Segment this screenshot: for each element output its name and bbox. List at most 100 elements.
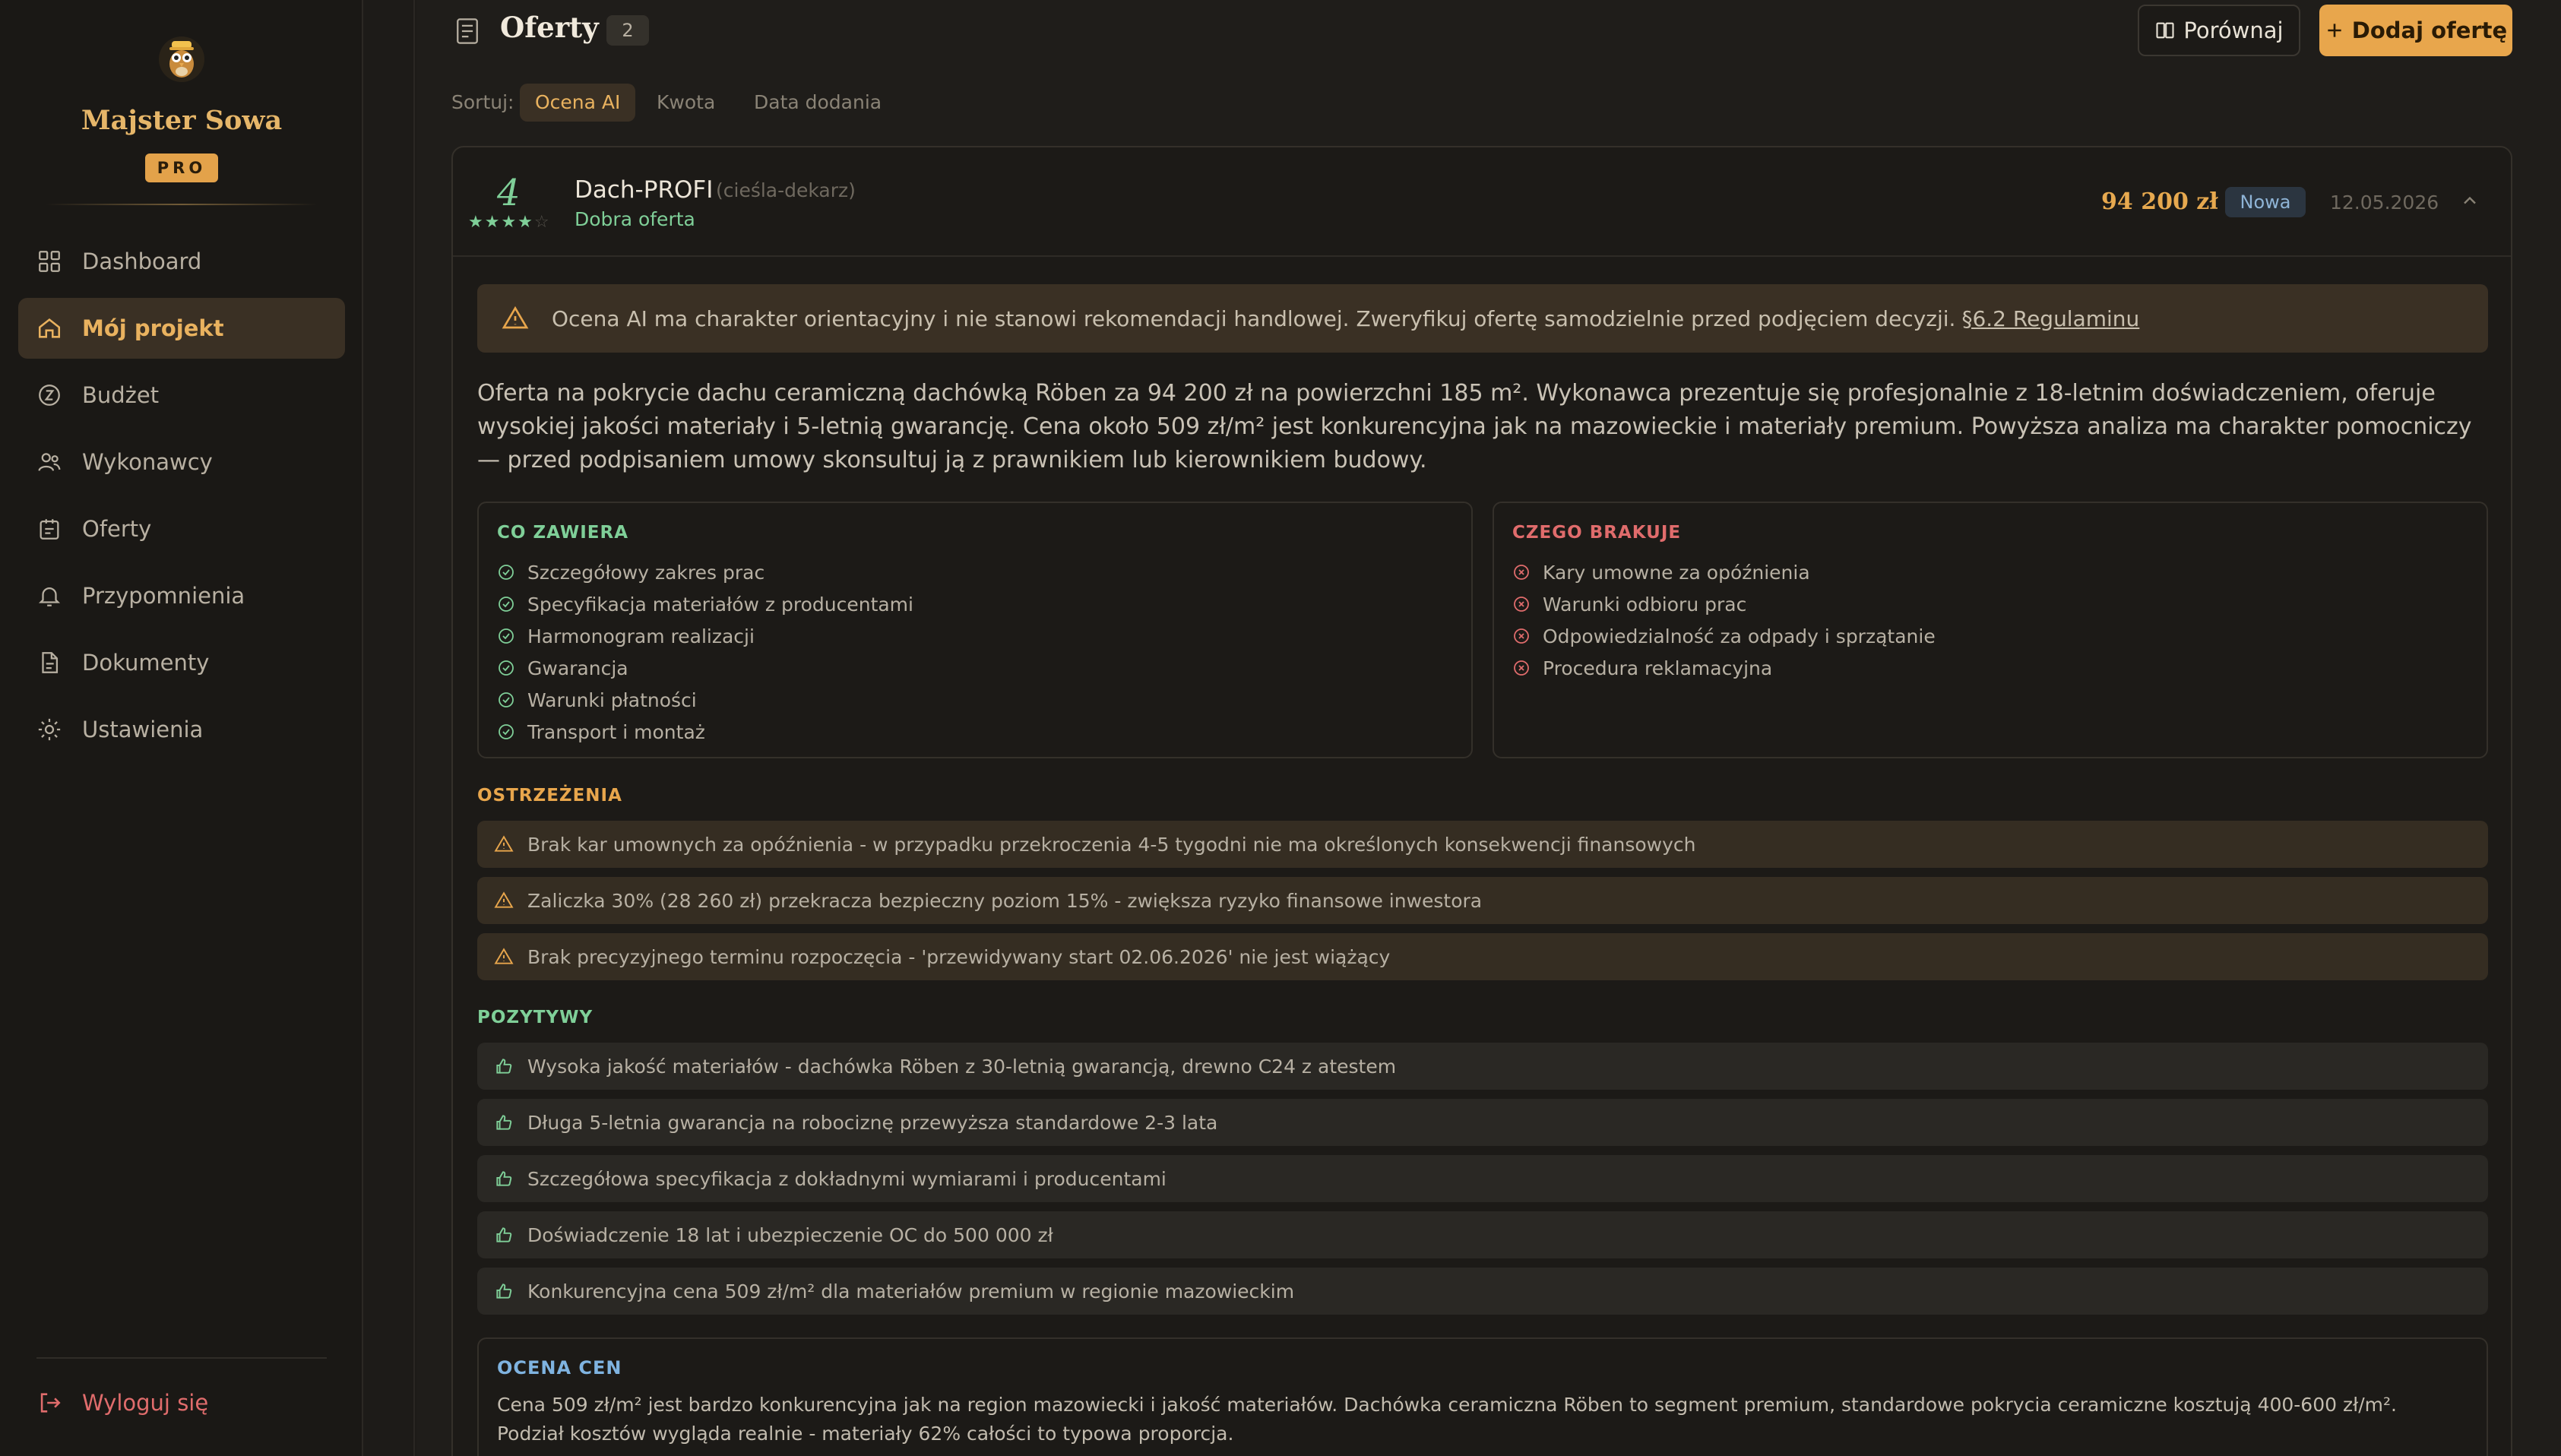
check-circle-icon bbox=[499, 724, 514, 739]
price-evaluation-text: Cena 509 zł/m² jest bardzo konkurencyjna… bbox=[497, 1394, 2397, 1445]
thumbs-up-icon bbox=[496, 1227, 512, 1242]
x-circle-icon bbox=[1514, 628, 1529, 644]
sidebar-item-label: Oferty bbox=[82, 516, 152, 542]
list-item: Transport i montaż bbox=[497, 716, 913, 748]
sort-option-amount[interactable]: Kwota bbox=[641, 84, 730, 122]
list-item: Gwarancja bbox=[497, 652, 913, 684]
logout-divider bbox=[36, 1357, 327, 1359]
sidebar: Majster Sowa PRO Dashboard Mój projekt B… bbox=[0, 0, 363, 1456]
warning-icon bbox=[494, 948, 514, 964]
ai-disclaimer: Ocena AI ma charakter orientacyjny i nie… bbox=[477, 284, 2488, 353]
x-circle-icon bbox=[1514, 660, 1529, 676]
sidebar-item-budget[interactable]: Budżet bbox=[18, 365, 345, 426]
list-item: Warunki płatności bbox=[497, 684, 913, 716]
list-item-text: Brak precyzyjnego terminu rozpoczęcia - … bbox=[527, 945, 1391, 968]
sidebar-item-dashboard[interactable]: Dashboard bbox=[18, 231, 345, 292]
warnings-title: OSTRZEŻENIA bbox=[477, 786, 622, 806]
sidebar-item-settings[interactable]: Ustawienia bbox=[18, 699, 345, 760]
brand: Majster Sowa PRO bbox=[0, 0, 363, 207]
grid-icon bbox=[39, 251, 60, 272]
brand-divider bbox=[46, 204, 318, 205]
home-icon bbox=[38, 318, 61, 338]
add-offer-button[interactable]: Dodaj ofertę bbox=[2319, 5, 2512, 56]
page-title: Oferty bbox=[500, 11, 599, 44]
disclaimer-text: Ocena AI ma charakter orientacyjny i nie… bbox=[552, 305, 1956, 331]
check-circle-icon bbox=[499, 597, 514, 612]
compare-button-label: Porównaj bbox=[2183, 17, 2284, 43]
list-item-text: Kary umowne za opóźnienia bbox=[1543, 561, 1810, 584]
chevron-up-icon[interactable] bbox=[2459, 190, 2480, 211]
list-item: Brak kar umownych za opóźnienia - w przy… bbox=[477, 821, 2488, 868]
compare-button[interactable]: Porównaj bbox=[2138, 5, 2300, 56]
sidebar-item-offers[interactable]: Oferty bbox=[18, 499, 345, 559]
list-item: Specyfikacja materiałów z producentami bbox=[497, 588, 913, 620]
contractor-trade: (cieśla-dekarz) bbox=[716, 179, 856, 201]
sidebar-item-documents[interactable]: Dokumenty bbox=[18, 632, 345, 693]
list-item-text: Gwarancja bbox=[527, 657, 628, 679]
sort-option-ai-score[interactable]: Ocena AI bbox=[520, 84, 636, 122]
plus-icon bbox=[2328, 24, 2341, 37]
missing-title: CZEGO BRAKUJE bbox=[1512, 523, 1682, 543]
x-circle-icon bbox=[1514, 597, 1529, 612]
check-circle-icon bbox=[499, 565, 514, 580]
list-item-text: Doświadczenie 18 lat i ubezpieczenie OC … bbox=[527, 1223, 1053, 1246]
thumbs-up-icon bbox=[496, 1171, 512, 1186]
list-item: Szczegółowy zakres prac bbox=[497, 556, 913, 588]
list-item-text: Transport i montaż bbox=[527, 720, 705, 743]
pro-badge: PRO bbox=[145, 154, 218, 182]
owl-logo-icon bbox=[159, 36, 204, 82]
list-item-text: Specyfikacja materiałów z producentami bbox=[527, 593, 913, 616]
list-item-text: Brak kar umownych za opóźnienia - w przy… bbox=[527, 833, 1696, 856]
list-item-text: Konkurencyjna cena 509 zł/m² dla materia… bbox=[527, 1280, 1295, 1302]
list-item-text: Długa 5-letnia gwarancja na robociznę pr… bbox=[527, 1111, 1218, 1134]
list-item: Harmonogram realizacji bbox=[497, 620, 913, 652]
thumbs-up-icon bbox=[496, 1059, 512, 1074]
sort-label: Sortuj: bbox=[451, 91, 514, 113]
positives-title: POZYTYWY bbox=[477, 1008, 594, 1027]
sidebar-item-label: Dokumenty bbox=[82, 650, 210, 676]
users-icon bbox=[38, 453, 61, 471]
check-circle-icon bbox=[499, 628, 514, 644]
thumbs-up-icon bbox=[496, 1283, 512, 1299]
star-rating: ★★★★☆ bbox=[468, 213, 551, 232]
sort-option-date-added[interactable]: Data dodania bbox=[739, 84, 897, 122]
list-item-text: Harmonogram realizacji bbox=[527, 625, 755, 647]
sidebar-item-my-project[interactable]: Mój projekt bbox=[18, 298, 345, 359]
star-rating-empty: ☆ bbox=[533, 213, 551, 232]
logout-button[interactable]: Wyloguj się bbox=[18, 1372, 345, 1433]
includes-box: CO ZAWIERA Szczegółowy zakres prac Specyf… bbox=[477, 502, 1473, 758]
contractor-name: Dach-PROFI bbox=[575, 176, 714, 204]
sidebar-gutter bbox=[365, 0, 415, 1456]
sidebar-item-reminders[interactable]: Przypomnienia bbox=[18, 565, 345, 626]
regulations-link[interactable]: §6.2 Regulaminu bbox=[1961, 306, 2139, 331]
list-item: Wysoka jakość materiałów - dachówka Röbe… bbox=[477, 1043, 2488, 1090]
list-item: Konkurencyjna cena 509 zł/m² dla materia… bbox=[477, 1268, 2488, 1315]
status-badge: Nowa bbox=[2225, 187, 2306, 217]
list-item: Szczegółowa specyfikacja z dokładnymi wy… bbox=[477, 1155, 2488, 1202]
price-evaluation-box: OCENA CEN Cena 509 zł/m² jest bardzo kon… bbox=[477, 1337, 2488, 1456]
document-icon bbox=[42, 652, 59, 673]
list-item-text: Warunki odbioru prac bbox=[1543, 593, 1747, 616]
list-item: Warunki odbioru prac bbox=[1512, 588, 1936, 620]
offer-date: 12.05.2026 bbox=[2330, 191, 2439, 214]
columns-icon bbox=[2156, 22, 2174, 39]
add-offer-button-label: Dodaj ofertę bbox=[2351, 17, 2508, 43]
sidebar-item-contractors[interactable]: Wykonawcy bbox=[18, 432, 345, 492]
list-item-text: Procedura reklamacyjna bbox=[1543, 657, 1773, 679]
x-circle-icon bbox=[1514, 565, 1529, 580]
brand-name: Majster Sowa bbox=[81, 105, 283, 136]
gear-icon bbox=[38, 718, 61, 741]
sidebar-item-label: Budżet bbox=[82, 382, 160, 408]
includes-title: CO ZAWIERA bbox=[497, 523, 629, 543]
includes-list: Szczegółowy zakres prac Specyfikacja mate… bbox=[497, 556, 913, 748]
clipboard-icon bbox=[40, 519, 59, 540]
list-item-text: Warunki płatności bbox=[527, 688, 697, 711]
coin-icon bbox=[39, 385, 60, 406]
list-item-text: Szczegółowy zakres prac bbox=[527, 561, 765, 584]
offers-count-badge: 2 bbox=[606, 15, 649, 46]
check-circle-icon bbox=[499, 692, 514, 707]
list-item: Kary umowne za opóźnienia bbox=[1512, 556, 1936, 588]
sidebar-item-label: Dashboard bbox=[82, 248, 202, 274]
sidebar-item-label: Ustawienia bbox=[82, 717, 204, 742]
sidebar-item-label: Przypomnienia bbox=[82, 583, 245, 609]
